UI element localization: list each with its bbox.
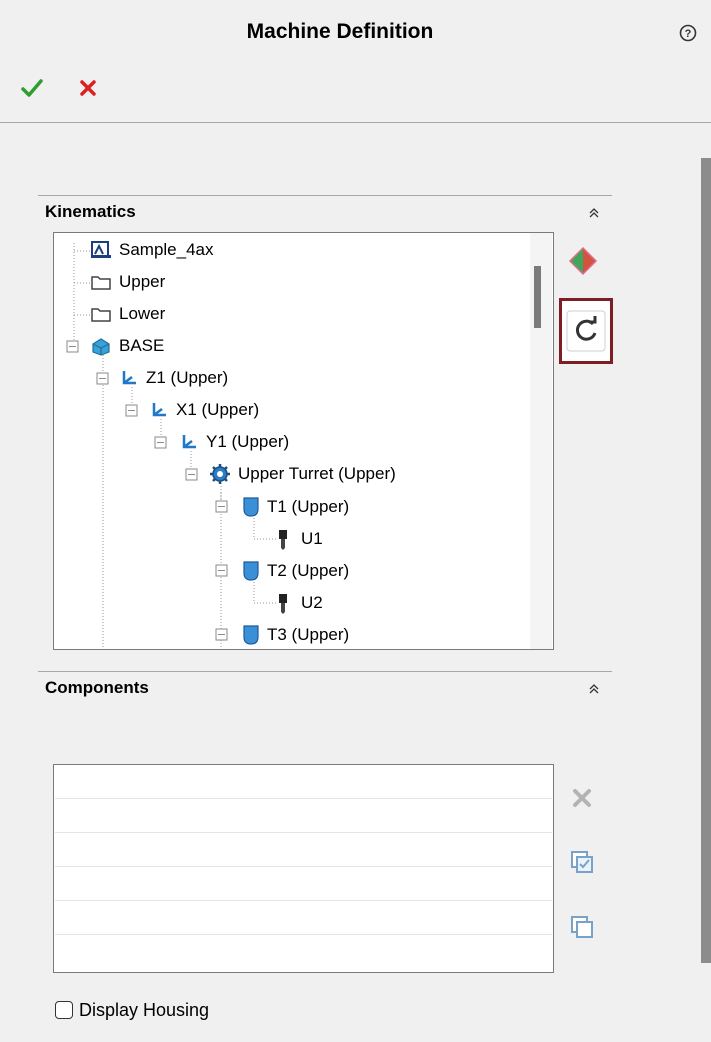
page-scrollbar-thumb[interactable]	[701, 158, 711, 963]
tree-item-t1-upper[interactable]: T1 (Upper)	[242, 496, 349, 518]
tree-item-label: X1 (Upper)	[176, 400, 260, 419]
page-title: Machine Definition	[246, 20, 434, 43]
tool-holder-icon	[243, 561, 259, 581]
tree-item-label: Upper	[119, 272, 166, 291]
collapse-chevron-icon[interactable]	[587, 206, 601, 220]
tree-item-t3-upper[interactable]: T3 (Upper)	[242, 624, 349, 646]
tool-holder-icon	[243, 625, 259, 645]
tree-item-upper-turret[interactable]: Upper Turret (Upper)	[209, 463, 396, 485]
tree-item-z1-upper[interactable]: Z1 (Upper)	[119, 368, 228, 388]
add-kinematic-icon	[568, 246, 598, 276]
kinematics-tree[interactable]	[53, 232, 554, 650]
tree-item-label: U2	[301, 593, 323, 612]
select-all-icon	[571, 851, 593, 873]
add-kinematic-button[interactable]	[564, 242, 602, 280]
cancel-close-button[interactable]	[74, 74, 102, 102]
refresh-icon	[566, 310, 606, 352]
tree-item-base[interactable]: BASE	[90, 336, 164, 356]
axis-icon	[122, 371, 136, 385]
list-item[interactable]	[55, 901, 552, 935]
deselect-icon	[571, 916, 593, 938]
components-divider	[38, 671, 612, 672]
tree-item-label: Y1 (Upper)	[206, 432, 290, 451]
checkbox-box[interactable]	[55, 1001, 73, 1019]
axis-icon	[182, 435, 196, 449]
list-item[interactable]	[55, 833, 552, 867]
tool-icon	[279, 594, 287, 614]
tree-item-sample-4ax[interactable]: Sample_4ax	[90, 240, 214, 260]
machine-icon	[91, 241, 111, 258]
header-divider	[0, 122, 711, 123]
folder-icon	[91, 308, 111, 322]
list-item[interactable]	[55, 765, 552, 799]
list-item[interactable]	[55, 799, 552, 833]
svg-text:?: ?	[685, 28, 692, 40]
display-housing-label: Display Housing	[79, 999, 210, 1020]
axis-icon	[152, 403, 166, 417]
turret-gear-icon	[210, 464, 230, 484]
tree-item-upper[interactable]: Upper	[90, 272, 165, 292]
tree-item-u1[interactable]: U1	[276, 528, 323, 550]
list-item[interactable]	[55, 935, 552, 968]
components-section-title: Components	[45, 678, 149, 697]
display-housing-checkbox[interactable]: Display Housing	[55, 998, 209, 1022]
tree-item-label: Upper Turret (Upper)	[238, 464, 396, 483]
tree-item-label: Z1 (Upper)	[146, 368, 229, 387]
tree-item-t2-upper[interactable]: T2 (Upper)	[242, 560, 349, 582]
tool-holder-icon	[243, 497, 259, 517]
tree-item-label: Lower	[119, 304, 166, 323]
components-list[interactable]	[53, 764, 554, 973]
kinematics-section-title: Kinematics	[45, 202, 136, 221]
select-all-button[interactable]	[563, 843, 601, 881]
deselect-button[interactable]	[563, 908, 601, 946]
kinematics-divider	[38, 195, 612, 196]
tree-item-x1-upper[interactable]: X1 (Upper)	[149, 400, 259, 420]
tree-item-label: BASE	[119, 336, 165, 355]
help-icon[interactable]: ?	[679, 24, 697, 42]
list-item[interactable]	[55, 867, 552, 901]
tree-structure	[66, 243, 276, 649]
tree-item-lower[interactable]: Lower	[90, 304, 165, 324]
ok-check-button[interactable]	[18, 74, 46, 102]
base-component-icon	[92, 338, 110, 356]
tool-icon	[279, 530, 287, 550]
delete-icon	[573, 789, 591, 807]
tree-scrollbar-thumb[interactable]	[534, 266, 541, 328]
tree-item-label: Sample_4ax	[119, 240, 214, 259]
collapse-chevron-icon[interactable]	[587, 682, 601, 696]
tree-item-label: T1 (Upper)	[267, 497, 350, 516]
tree-item-u2[interactable]: U2	[276, 592, 323, 614]
tree-item-y1-upper[interactable]: Y1 (Upper)	[179, 432, 289, 452]
folder-icon	[91, 276, 111, 290]
tree-item-label: T3 (Upper)	[267, 625, 350, 644]
tree-item-label: T2 (Upper)	[267, 561, 350, 580]
delete-button[interactable]	[563, 779, 601, 817]
tree-item-label: U1	[301, 529, 323, 548]
refresh-button[interactable]	[559, 298, 613, 364]
